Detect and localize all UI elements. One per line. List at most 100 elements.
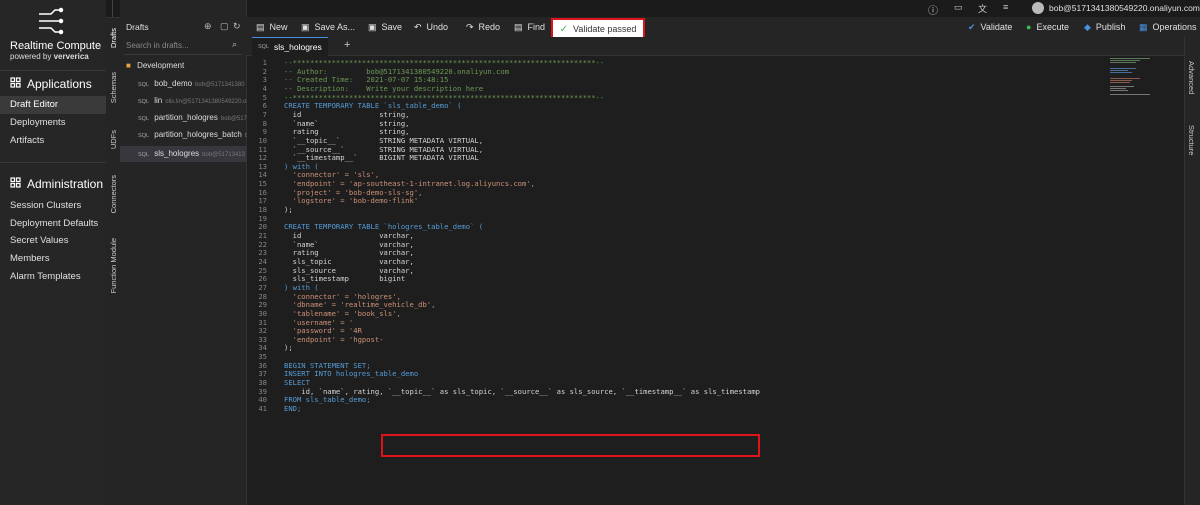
save-button[interactable]: ▣ Save (368, 17, 402, 37)
undo-button[interactable]: ↶ Undo (414, 17, 448, 37)
avatar[interactable] (1032, 2, 1044, 14)
code-line[interactable]: ) with ( (284, 162, 319, 171)
save-as-icon: ▣ (301, 22, 310, 32)
code-line[interactable]: 'connector' = 'hologres', (284, 292, 401, 301)
code-line[interactable]: id varchar, (284, 231, 414, 240)
code-line[interactable]: `__source__` STRING METADATA VIRTUAL, (284, 145, 483, 154)
code-line[interactable]: 'connector' = 'sls', (284, 170, 380, 179)
code-line[interactable]: `name` varchar, (284, 240, 414, 249)
list-item[interactable]: SQL sls_hologres bob@51713413 (120, 146, 264, 162)
draft-name: lin (154, 96, 163, 105)
code-line[interactable]: END; (284, 404, 301, 413)
code-line[interactable]: 'logstore' = 'bob-demo-flink' (284, 196, 419, 205)
code-line[interactable]: CREATE TEMPORARY TABLE `hologres_table_d… (284, 222, 483, 231)
tab-advanced[interactable]: Advanced (1187, 61, 1196, 97)
code-line[interactable]: 'password' = '4R (284, 326, 362, 335)
code-line[interactable]: ) with ( (284, 283, 319, 292)
code-line[interactable]: CREATE TEMPORARY TABLE `sls_table_demo` … (284, 101, 461, 110)
user-email[interactable]: bob@5171341380549220.onaliyun.com (1049, 3, 1200, 13)
nav-item-members[interactable]: Members (0, 250, 106, 268)
tab-function-module[interactable]: Function Module (106, 230, 120, 302)
validate-check-icon: ✔ (968, 22, 976, 32)
save-as-button[interactable]: ▣ Save As... (301, 17, 355, 37)
code-line[interactable]: 'endpoint' = 'hgpost- (284, 335, 384, 344)
new-draft-icon[interactable]: ⊕ (204, 21, 212, 32)
line-number: 4 (262, 83, 267, 93)
brand-powered-by: powered by (10, 52, 52, 61)
code-line[interactable]: `__topic__` STRING METADATA VIRTUAL, (284, 136, 483, 145)
nav-item-session-clusters[interactable]: Session Clusters (0, 197, 106, 215)
nav-item-secret-values[interactable]: Secret Values (0, 232, 106, 250)
code-line[interactable]: sls_timestamp bigint (284, 274, 406, 283)
execute-button[interactable]: ● Execute (1026, 17, 1069, 37)
code-line[interactable]: id string, (284, 110, 410, 119)
publish-button[interactable]: ◆ Publish (1084, 17, 1125, 37)
tab-connectors[interactable]: Connectors (106, 168, 120, 220)
code-line[interactable]: ); (284, 205, 293, 214)
code-line[interactable]: BEGIN STATEMENT SET; (284, 361, 371, 370)
tab-drafts[interactable]: Drafts (106, 16, 120, 60)
code-line[interactable]: sls_topic varchar, (284, 257, 414, 266)
code-line[interactable]: 'tablename' = 'book_sls', (284, 309, 401, 318)
line-number: 20 (258, 222, 267, 232)
list-item[interactable]: SQL bob_demo bob@5171341380 (120, 76, 264, 92)
nav-item-draft-editor[interactable]: Draft Editor (0, 96, 106, 114)
code-line[interactable]: `__timestamp__` BIGINT METADATA VIRTUAL (284, 153, 479, 162)
search-input[interactable]: Search in drafts... (126, 41, 189, 50)
line-number: 26 (258, 274, 267, 284)
code-line[interactable]: -- Author: bob@5171341380549220.onaliyun… (284, 67, 509, 76)
code-line[interactable]: 'dbname' = 'realtime_vehicle_db', (284, 300, 436, 309)
tab-structure-label: Structure (1187, 125, 1196, 156)
code-line[interactable]: 'project' = 'bob-demo-sls-sg', (284, 188, 423, 197)
list-item[interactable]: SQL partition_hologres_batchb (120, 127, 264, 143)
code-line[interactable]: -- Description: Write your description h… (284, 84, 483, 93)
tab-structure[interactable]: Structure (1187, 125, 1196, 158)
line-number: 33 (258, 334, 267, 344)
list-item[interactable]: SQL partition_hologres bob@5171 (120, 110, 264, 126)
add-tab-icon[interactable]: + (344, 39, 350, 51)
code-line[interactable]: FROM sls_table_demo; (284, 395, 371, 404)
folder-development[interactable]: ■ Development (120, 58, 246, 74)
new-folder-icon[interactable]: ▢ (220, 21, 229, 32)
new-button[interactable]: ▤ New (256, 17, 288, 37)
code-line[interactable]: SELECT (284, 378, 310, 387)
code-line[interactable]: id, `name`, rating, `__topic__` as sls_t… (284, 387, 760, 396)
translate-icon[interactable]: 文 (978, 2, 987, 15)
tab-function-module-label: Function Module (108, 238, 118, 294)
help-icon[interactable]: ⓘ (928, 2, 938, 17)
refresh-icon[interactable]: ↻ (233, 21, 241, 32)
code-line[interactable]: ); (284, 343, 293, 352)
code-line[interactable]: 'username' = ' (284, 318, 354, 327)
drafts-search[interactable]: Search in drafts... ⌕ (124, 38, 242, 55)
minimap[interactable] (1108, 56, 1184, 156)
line-number: 19 (258, 213, 267, 223)
tab-schemas[interactable]: Schemas (106, 66, 120, 110)
document-icon[interactable]: ▭ (954, 2, 963, 13)
nav-item-alarm-templates[interactable]: Alarm Templates (0, 268, 106, 286)
code-line[interactable]: `name` string, (284, 119, 410, 128)
find-icon: ▤ (514, 22, 523, 32)
tab-udfs-label: UDFs (108, 130, 118, 150)
code-line[interactable]: sls_source varchar, (284, 266, 414, 275)
find-button[interactable]: ▤ Find (514, 17, 545, 37)
code-line[interactable]: --**************************************… (284, 58, 604, 67)
code-line[interactable]: --**************************************… (284, 93, 604, 102)
settings-icon[interactable]: ≡ (1003, 2, 1008, 12)
code-line[interactable]: rating varchar, (284, 248, 414, 257)
line-number: 12 (258, 153, 267, 163)
search-icon[interactable]: ⌕ (232, 39, 237, 50)
tab-sls-hologres[interactable]: SQL sls_hologres (252, 37, 328, 56)
nav-item-deployments[interactable]: Deployments (0, 114, 106, 132)
list-item[interactable]: SQL lin olis.lin@5171341380549220.o (120, 93, 264, 109)
operations-button[interactable]: ▦ Operations (1139, 17, 1197, 37)
tab-udfs[interactable]: UDFs (106, 120, 120, 160)
validate-button[interactable]: ✔ Validate (968, 17, 1012, 37)
code-line[interactable]: 'endpoint' = 'ap-southeast-1-intranet.lo… (284, 179, 535, 188)
code-line[interactable]: INSERT INTO hologres_table_demo (284, 369, 418, 378)
nav-item-deployment-defaults[interactable]: Deployment Defaults (0, 215, 106, 233)
draft-owner: bob@51713413 (202, 152, 245, 158)
code-line[interactable]: rating string, (284, 127, 410, 136)
nav-item-artifacts[interactable]: Artifacts (0, 132, 106, 150)
redo-button[interactable]: ↷ Redo (466, 17, 500, 37)
code-line[interactable]: -- Created Time: 2021-07-07 15:48:15 (284, 75, 448, 84)
